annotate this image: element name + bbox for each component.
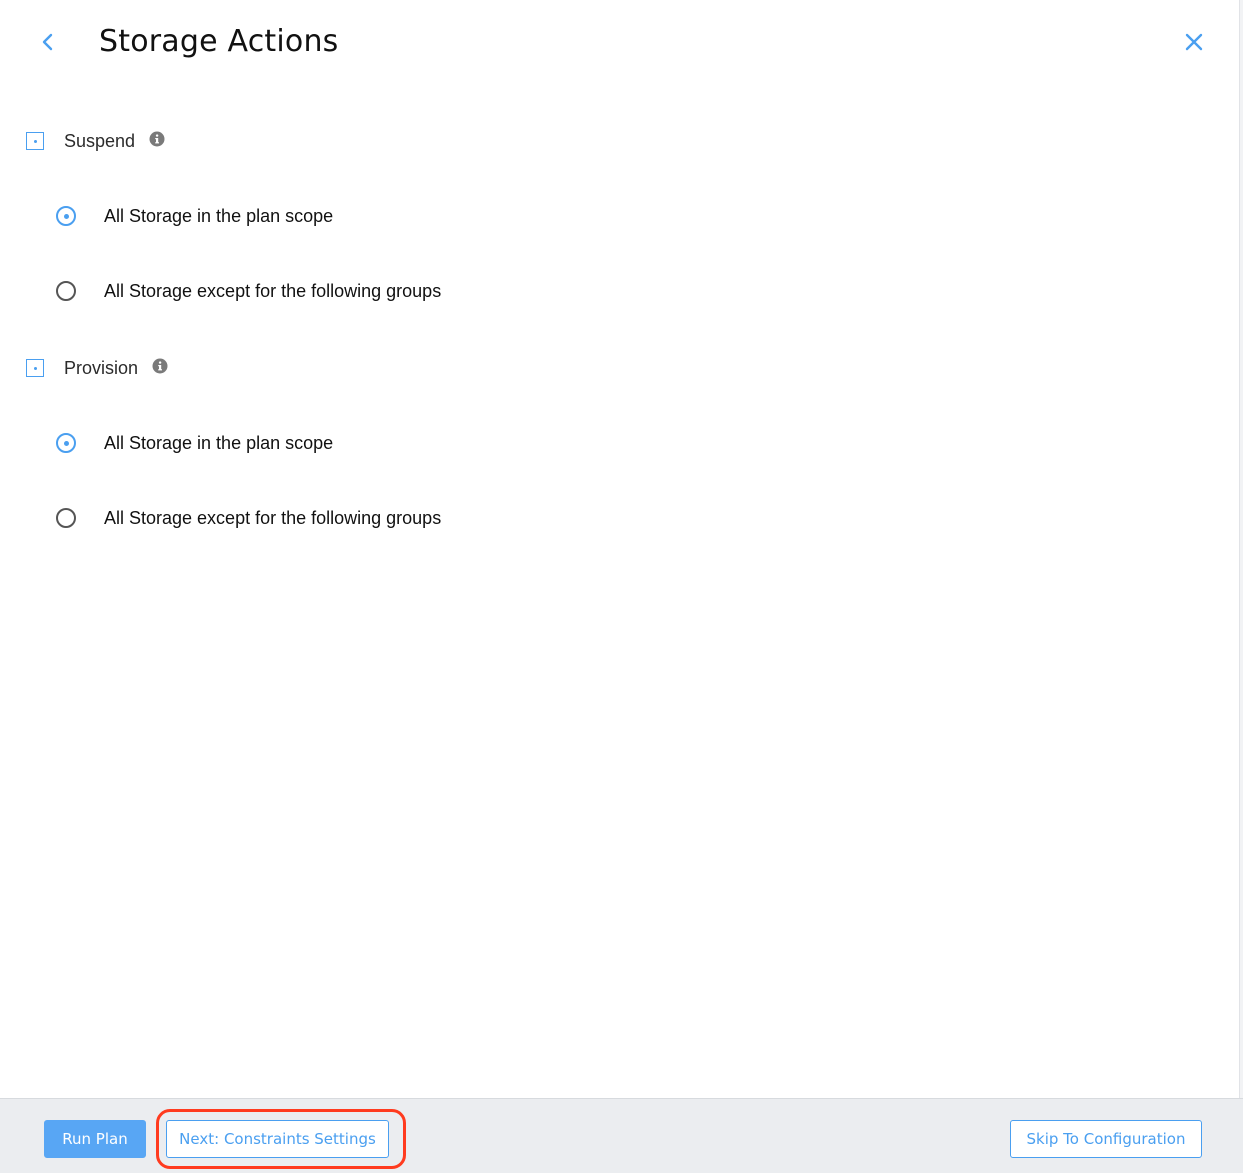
- scrollbar-track[interactable]: [1239, 0, 1243, 1098]
- radio-option-provision-except[interactable]: All Storage except for the following gro…: [56, 503, 441, 533]
- footer-bar: Run Plan Next: Constraints Settings Skip…: [0, 1098, 1243, 1173]
- section-label-provision: Provision: [64, 357, 139, 378]
- close-button[interactable]: [1180, 28, 1208, 56]
- section-suspend: Suspend: [26, 126, 165, 156]
- section-label-suspend: Suspend: [64, 130, 136, 151]
- radio-button-unselected[interactable]: [56, 281, 76, 301]
- skip-to-configuration-button[interactable]: Skip To Configuration: [1010, 1120, 1202, 1158]
- info-icon[interactable]: [152, 358, 168, 374]
- radio-option-provision-all[interactable]: All Storage in the plan scope: [56, 428, 333, 458]
- radio-button-unselected[interactable]: [56, 508, 76, 528]
- radio-label: All Storage in the plan scope: [104, 432, 334, 453]
- radio-option-suspend-all[interactable]: All Storage in the plan scope: [56, 201, 333, 231]
- back-button[interactable]: [34, 28, 62, 56]
- checkbox-indicator: [33, 366, 37, 370]
- info-icon[interactable]: [149, 131, 165, 147]
- radio-label: All Storage except for the following gro…: [104, 280, 442, 301]
- radio-label: All Storage except for the following gro…: [104, 507, 442, 528]
- provision-checkbox[interactable]: [26, 359, 44, 377]
- radio-button-selected[interactable]: [56, 206, 76, 226]
- checkbox-indicator: [33, 139, 37, 143]
- close-icon: [1185, 33, 1203, 51]
- section-provision: Provision: [26, 353, 168, 383]
- radio-label: All Storage in the plan scope: [104, 205, 334, 226]
- chevron-left-icon: [42, 33, 53, 51]
- storage-actions-panel: Storage Actions Suspend All Storage in t…: [0, 0, 1243, 1173]
- radio-option-suspend-except[interactable]: All Storage except for the following gro…: [56, 276, 441, 306]
- next-constraints-settings-button[interactable]: Next: Constraints Settings: [166, 1120, 389, 1158]
- page-title: Storage Actions: [99, 24, 339, 59]
- run-plan-button[interactable]: Run Plan: [44, 1120, 146, 1158]
- suspend-checkbox[interactable]: [26, 132, 44, 150]
- radio-button-selected[interactable]: [56, 433, 76, 453]
